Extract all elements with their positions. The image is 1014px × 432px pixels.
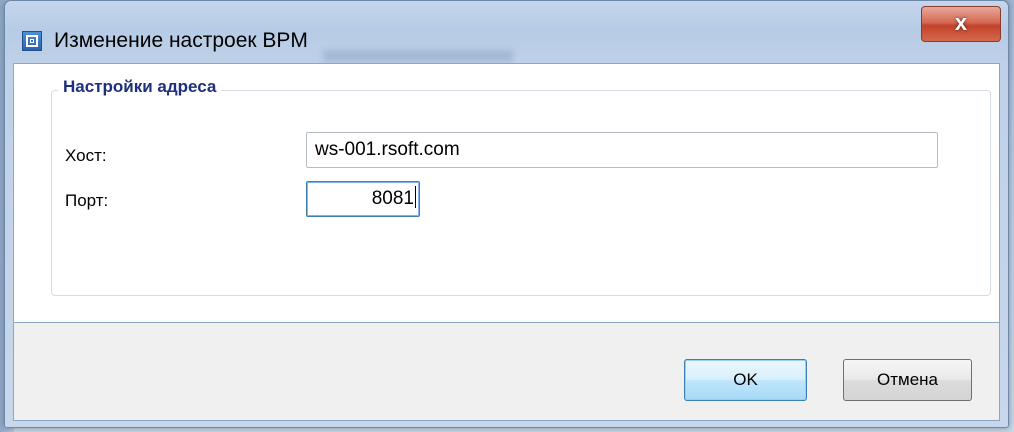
dialog-footer: OK Отмена <box>13 323 1000 421</box>
group-title: Настройки адреса <box>58 77 222 97</box>
close-icon: x <box>954 10 968 35</box>
cancel-button[interactable]: Отмена <box>843 359 972 401</box>
background-blur <box>323 50 513 62</box>
host-label: Хост: <box>65 146 107 165</box>
port-field[interactable]: 8081 <box>306 181 420 217</box>
title-bar[interactable]: Изменение настроек BPM x <box>5 1 1008 63</box>
text-caret <box>415 186 416 209</box>
ok-button[interactable]: OK <box>684 359 807 401</box>
address-settings-group: Настройки адреса <box>51 77 991 296</box>
host-field[interactable]: ws-001.rsoft.com <box>306 132 938 168</box>
port-value: 8081 <box>371 188 414 209</box>
dialog-content: Настройки адреса Хост: ws-001.rsoft.com … <box>13 63 1000 323</box>
close-button[interactable]: x <box>921 6 1001 42</box>
dialog-title: Изменение настроек BPM <box>54 29 308 52</box>
app-window-icon <box>22 31 42 51</box>
port-label: Порт: <box>65 191 109 210</box>
settings-dialog: Изменение настроек BPM x Настройки адрес… <box>4 0 1009 428</box>
host-value: ws-001.rsoft.com <box>315 139 460 160</box>
